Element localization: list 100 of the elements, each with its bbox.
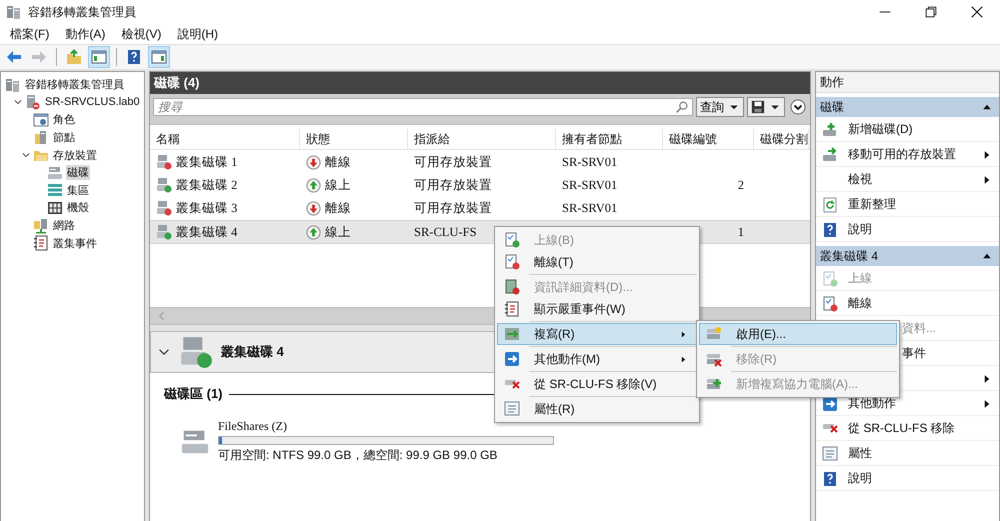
table-row[interactable]: 叢集磁碟 3 離線 可用存放裝置 SR-SRV01 bbox=[150, 197, 810, 219]
table-cell: 2 bbox=[738, 178, 744, 192]
section-heading: 磁碟區 (1) bbox=[164, 385, 222, 403]
table-row[interactable]: 叢集磁碟 2 線上 可用存放裝置 SR-SRV01 2 bbox=[150, 174, 810, 196]
action-item[interactable]: 重新整理 bbox=[816, 193, 999, 217]
table-cell: 離線 bbox=[325, 200, 351, 216]
page-icon bbox=[504, 232, 520, 248]
table-row[interactable]: 叢集磁碟 1 離線 可用存放裝置 SR-SRV01 bbox=[150, 151, 810, 173]
page-icon bbox=[822, 270, 838, 286]
action-item[interactable]: 說明 bbox=[816, 218, 999, 242]
disk-icon bbox=[156, 177, 172, 193]
table-cell: 1 bbox=[738, 224, 744, 240]
search-field[interactable]: 搜尋 bbox=[153, 98, 693, 116]
log-icon bbox=[33, 235, 49, 252]
table-cell: 叢集磁碟 1 bbox=[176, 154, 238, 170]
menu-item[interactable]: 顯示嚴重事件(W) bbox=[497, 298, 697, 320]
disk-icon bbox=[47, 164, 63, 181]
pane-icon bbox=[91, 49, 107, 65]
action-item[interactable]: 屬性 bbox=[816, 442, 999, 466]
menu-item[interactable]: 說明(H) bbox=[169, 26, 226, 42]
action-item[interactable]: 新增磁碟(D) bbox=[816, 118, 999, 142]
save-query-button[interactable] bbox=[747, 97, 785, 117]
column-header[interactable]: 名稱 bbox=[150, 129, 300, 149]
properties-icon bbox=[822, 446, 838, 462]
tree-item[interactable]: 叢集事件 bbox=[52, 236, 98, 251]
refresh-icon bbox=[822, 196, 838, 212]
pane-icon bbox=[151, 49, 167, 65]
help-icon bbox=[822, 222, 838, 238]
tree-item[interactable]: 集區 bbox=[66, 182, 90, 198]
action-item[interactable]: 說明 bbox=[816, 467, 999, 491]
disk-plus-icon bbox=[706, 376, 722, 392]
column-header[interactable]: 擁有者節點 bbox=[556, 129, 663, 149]
table-cell: 線上 bbox=[325, 176, 351, 194]
tree-item[interactable]: 存放裝置 bbox=[52, 148, 98, 163]
tree-item[interactable]: SR-SRVCLUS.lab0 bbox=[44, 96, 141, 108]
grid-icon bbox=[47, 200, 63, 216]
tree-item[interactable]: 機殼 bbox=[66, 200, 90, 216]
menu-item[interactable]: 屬性(R) bbox=[497, 398, 697, 420]
disk-icon bbox=[156, 154, 172, 170]
menu-item[interactable]: 離線(T) bbox=[497, 251, 697, 273]
network-icon bbox=[33, 218, 49, 234]
table-cell: 線上 bbox=[325, 224, 351, 240]
disk-icon bbox=[179, 335, 213, 369]
menu-item[interactable]: 動作(A) bbox=[57, 26, 114, 42]
tree-item[interactable]: 節點 bbox=[52, 130, 76, 146]
disk-plus-icon bbox=[822, 122, 838, 138]
action-item[interactable]: 從 SR-CLU-FS 移除 bbox=[816, 417, 999, 441]
servers-icon bbox=[5, 76, 21, 93]
details-title: 叢集磁碟 4 bbox=[221, 343, 284, 361]
remove-icon bbox=[822, 423, 838, 434]
table-cell: 可用存放裝置 bbox=[414, 154, 492, 170]
help-icon bbox=[822, 470, 838, 486]
action-item[interactable]: 檢視 bbox=[816, 168, 999, 192]
search-icon bbox=[675, 100, 689, 114]
remove-icon bbox=[504, 378, 520, 390]
toolbar-button[interactable] bbox=[148, 46, 170, 68]
tree-item[interactable]: 磁碟 bbox=[66, 165, 90, 180]
column-header[interactable]: 指派給 bbox=[408, 129, 556, 149]
column-header[interactable]: 狀態 bbox=[300, 129, 408, 149]
table-cell: 叢集磁碟 2 bbox=[176, 176, 238, 194]
forward-arrow-icon bbox=[31, 49, 47, 65]
folder-up-icon bbox=[66, 49, 82, 65]
section-header[interactable]: 叢集磁碟 4 bbox=[816, 246, 999, 266]
tree-item[interactable]: 網路 bbox=[52, 218, 76, 234]
window-title: 容錯移轉叢集管理員 bbox=[28, 4, 136, 20]
back-arrow-icon bbox=[6, 49, 22, 65]
table-cell: 可用存放裝置 bbox=[414, 176, 492, 194]
tree-item[interactable]: 容錯移轉叢集管理員 bbox=[24, 77, 125, 92]
menu-item[interactable]: 檔案(F) bbox=[2, 26, 58, 42]
column-header[interactable]: 磁碟編號 bbox=[663, 129, 754, 149]
disk-arrow-icon bbox=[822, 146, 838, 162]
table-cell: 叢集磁碟 3 bbox=[176, 200, 238, 216]
pane-header: 動作 bbox=[816, 72, 999, 93]
toolbar-button[interactable] bbox=[88, 46, 110, 68]
section-header[interactable]: 磁碟 bbox=[816, 97, 999, 117]
menu-item[interactable]: 檢視(V) bbox=[113, 26, 170, 42]
table-cell: SR-SRV01 bbox=[562, 154, 618, 170]
server-icon bbox=[25, 94, 41, 110]
action-item[interactable]: 移動可用的存放裝置 bbox=[816, 143, 999, 167]
column-header[interactable]: 磁碟分割 bbox=[754, 129, 809, 149]
menu-item[interactable]: 從 SR-CLU-FS 移除(V) bbox=[497, 373, 697, 395]
page-icon bbox=[504, 254, 520, 270]
stack-icon bbox=[47, 182, 63, 198]
query-button[interactable]: 查詢 bbox=[696, 97, 744, 117]
log-icon bbox=[504, 301, 520, 317]
table-cell: SR-SRV01 bbox=[562, 178, 618, 192]
cluster-icon bbox=[6, 4, 22, 20]
volume-info: 可用空間: NTFS 99.0 GB，總空間: 99.9 GB 99.0 GB bbox=[218, 447, 498, 464]
page-icon bbox=[822, 296, 838, 312]
menu-item[interactable]: 其他動作(M) bbox=[497, 348, 697, 370]
disk-icon bbox=[706, 326, 722, 342]
replicate-icon bbox=[504, 326, 520, 342]
menu-item[interactable]: 啟用(E)... bbox=[699, 323, 897, 345]
expand-icon[interactable] bbox=[790, 99, 806, 115]
volume-name: FileShares (Z) bbox=[218, 419, 287, 434]
tree-item[interactable]: 角色 bbox=[52, 112, 76, 128]
close-icon bbox=[970, 5, 984, 19]
menu-item[interactable]: 複寫(R) bbox=[497, 323, 697, 345]
action-item[interactable]: 離線 bbox=[816, 292, 999, 316]
table-cell: 離線 bbox=[325, 154, 351, 170]
